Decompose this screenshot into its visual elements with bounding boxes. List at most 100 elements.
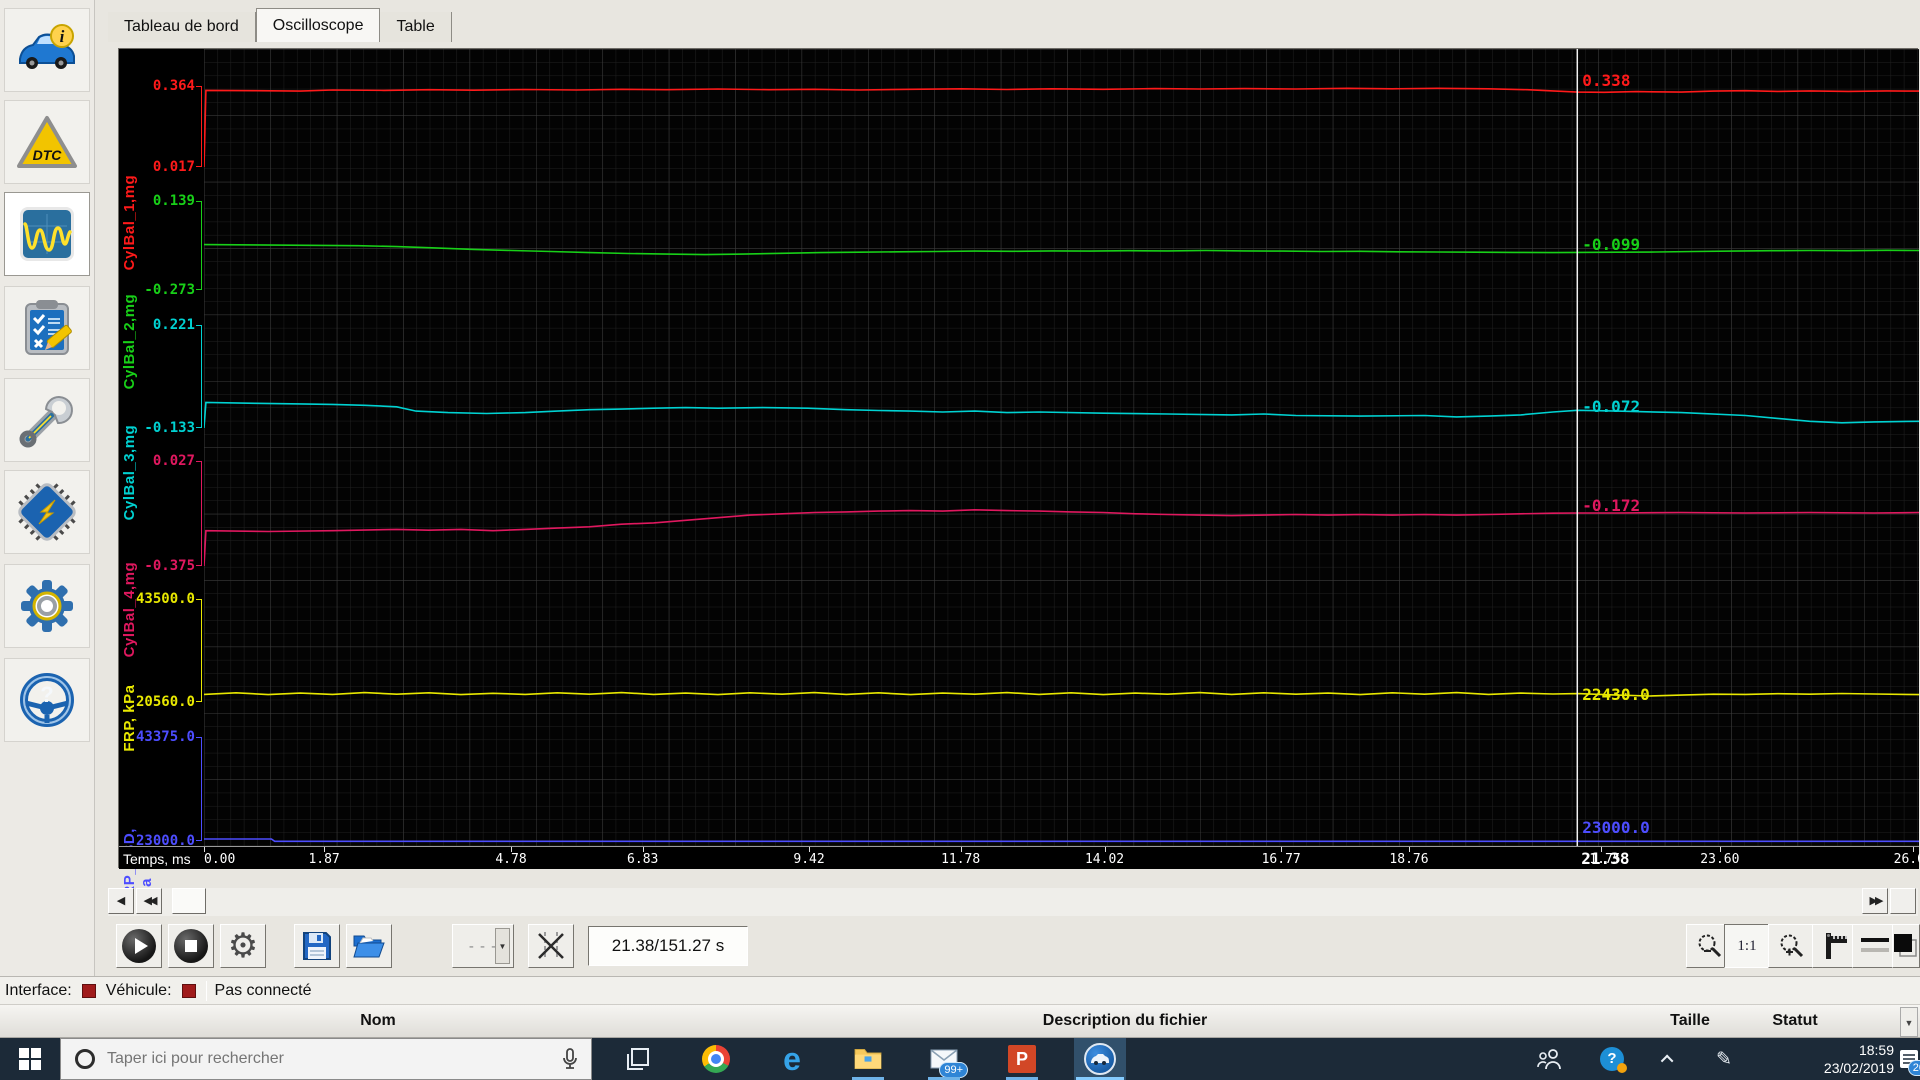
scroll-page-left-button[interactable]: ◀◀ [136,888,162,914]
markers-off-icon [538,932,564,960]
taskbar-app-explorer[interactable] [842,1038,894,1080]
sidebar-item-dtc[interactable]: DTC [4,100,90,184]
cursor-value-CylBal_3,mg: -0.072 [1582,397,1641,417]
tab-oscilloscope[interactable]: Oscilloscope [255,8,381,42]
sidebar-item-settings[interactable] [4,564,90,648]
dtc-warning-icon: DTC [17,116,77,168]
cursor-value-CylBal_4,mg: -0.172 [1582,495,1641,515]
caliper-ruler-icon [1826,933,1847,959]
cursor-value-FRP, kPa: 22430.0 [1582,684,1650,704]
tab-table[interactable]: Table [380,12,452,42]
sidebar-item-ecu-programming[interactable] [4,470,90,554]
help-tray-button[interactable]: ? [1592,1038,1632,1080]
column-header-statut[interactable]: Statut [1772,1012,1817,1030]
microphone-icon[interactable] [563,1048,577,1070]
start-button[interactable] [0,1038,60,1080]
time-tick-label: 0.00 [204,852,236,867]
channel-scale-value: 0.027 [152,453,195,469]
channel-scale-value: 0.364 [152,78,195,94]
vehicle-label: Véhicule: [105,981,172,999]
taskbar-search[interactable] [60,1038,592,1080]
cursor-time-label: 21.38 [1581,849,1630,868]
car-info-icon: i [19,24,75,69]
zoom-in-button[interactable] [1768,924,1814,968]
time-position-display: 21.38/151.27 s [588,926,748,966]
scrollbar-thumb[interactable] [172,888,206,914]
horizontal-scrollbar[interactable]: ◀ ◀◀ ▶▶ [108,888,1918,916]
wrench-icon [19,396,73,448]
tab-tableau-de-bord[interactable]: Tableau de bord [108,12,256,42]
channel-scale-value: -0.133 [144,420,195,436]
edge-icon: e [783,1040,801,1077]
scroll-step-right-button[interactable] [1890,888,1916,914]
channel-scale-value: 0.221 [152,317,195,333]
pen-tray-button[interactable]: ✎ [1704,1038,1744,1080]
time-tick-label: 26.61 [1893,852,1920,867]
taskbar-app-edge[interactable]: e [766,1038,818,1080]
time-tick-label: 1.87 [308,852,340,867]
sidebar-item-oscilloscope[interactable] [4,192,90,276]
search-input[interactable] [107,1050,563,1068]
taskbar-app-diagnostic[interactable] [1074,1038,1126,1080]
column-header-description[interactable]: Description du fichier [1043,1012,1207,1030]
column-header-nom[interactable]: Nom [360,1012,396,1030]
notification-badge: 20 [1907,1060,1920,1076]
record-settings-button[interactable]: ⚙ [220,924,266,968]
save-icon [303,932,331,960]
hide-markers-button[interactable] [528,924,574,968]
oscilloscope-chart[interactable]: CylBal_1,mg 0.364 0.017 CylBal_2,mg 0.139 -0.… [118,48,1920,906]
table-scrollbar-arrow[interactable]: ▼ [1900,1007,1918,1037]
task-view-icon [627,1048,649,1070]
diagnostic-app-icon [1084,1043,1116,1075]
time-tick-label: 23.60 [1700,852,1740,867]
line-style-dropdown[interactable]: - - - ▼ [452,924,514,968]
powerpoint-icon: P [1008,1045,1036,1073]
trace-color-button[interactable] [1892,924,1920,968]
channel-scale-bracket [196,737,202,841]
channel-scale-value: -0.375 [144,558,195,574]
zoom-actual-size-button[interactable]: 1:1 [1724,924,1770,968]
line-style-sample: - - - [468,937,498,955]
channel-scale-bracket [196,201,202,290]
svg-text:i: i [60,27,65,46]
open-file-button[interactable] [346,924,392,968]
tray-overflow-button[interactable] [1648,1038,1688,1080]
taskbar-clock[interactable]: 18:59 23/02/2019 [1804,1041,1894,1077]
stop-button[interactable] [168,924,214,968]
checklist-icon [25,300,72,355]
taskbar-app-mail[interactable]: 99+ [918,1038,970,1080]
save-button[interactable] [294,924,340,968]
task-view-button[interactable] [612,1038,664,1080]
time-tick-label: 4.78 [495,852,527,867]
interface-status-indicator [81,983,96,998]
file-explorer-icon [854,1049,882,1069]
channel-scale-value: 43500.0 [135,591,195,607]
channel-name-label: CylBal_4,mg [121,561,138,657]
taskbar-app-powerpoint[interactable]: P [996,1038,1048,1080]
channel-scale-value: 0.017 [152,159,195,175]
gear-icon: ⚙ [227,927,259,965]
cursor-value-FRP_DSD, kPa: 23000.0 [1582,818,1650,837]
svg-text:?: ? [40,682,53,707]
sidebar-item-service-tools[interactable] [4,378,90,462]
sidebar-item-vehicle-info[interactable]: i [4,8,90,92]
plot-area[interactable]: 0.338 -0.099 -0.072 -0.172 22430.0 23000.0 [204,49,1919,846]
scroll-page-right-button[interactable]: ▶▶ [1862,888,1888,914]
people-button[interactable] [1530,1038,1570,1080]
people-icon [1537,1049,1561,1070]
column-header-taille[interactable]: Taille [1670,1012,1710,1030]
tab-bar: Tableau de bord Oscilloscope Table [108,8,452,42]
scope-svg [204,49,1919,846]
sidebar-item-help[interactable]: ? [4,658,90,742]
action-center-button[interactable]: 20 [1892,1038,1920,1080]
channel-scale-bracket [196,86,202,167]
taskbar-app-chrome[interactable] [690,1038,742,1080]
connection-status-text: Pas connecté [214,981,312,999]
sidebar: i DTC ? [0,0,95,976]
notification-dot [1617,1063,1627,1073]
scroll-step-left-button[interactable]: ◀ [108,888,134,914]
sidebar-item-test-plan[interactable] [4,286,90,370]
screen: i DTC ? Tableau de bord Oscilloscope Tab… [0,0,1920,1080]
open-folder-icon [353,935,385,958]
play-button[interactable] [116,924,162,968]
